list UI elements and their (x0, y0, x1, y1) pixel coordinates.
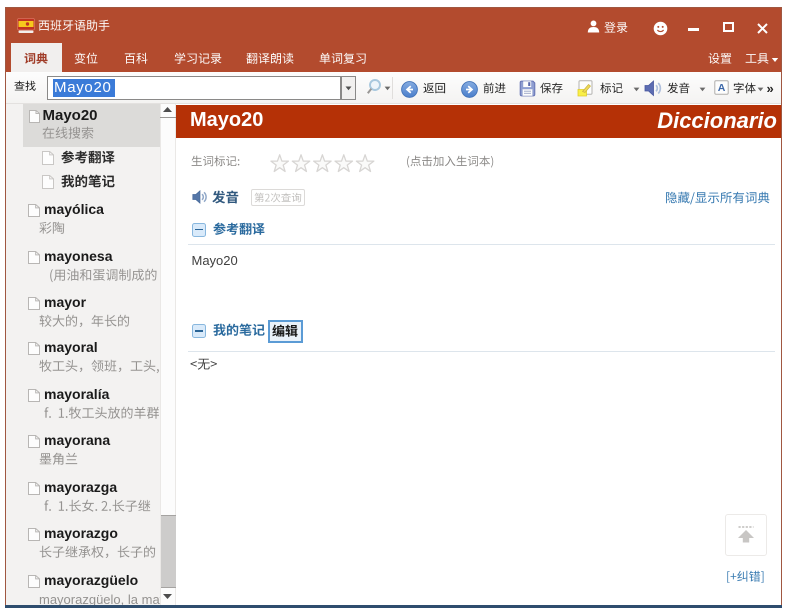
svg-text:A: A (717, 82, 725, 94)
